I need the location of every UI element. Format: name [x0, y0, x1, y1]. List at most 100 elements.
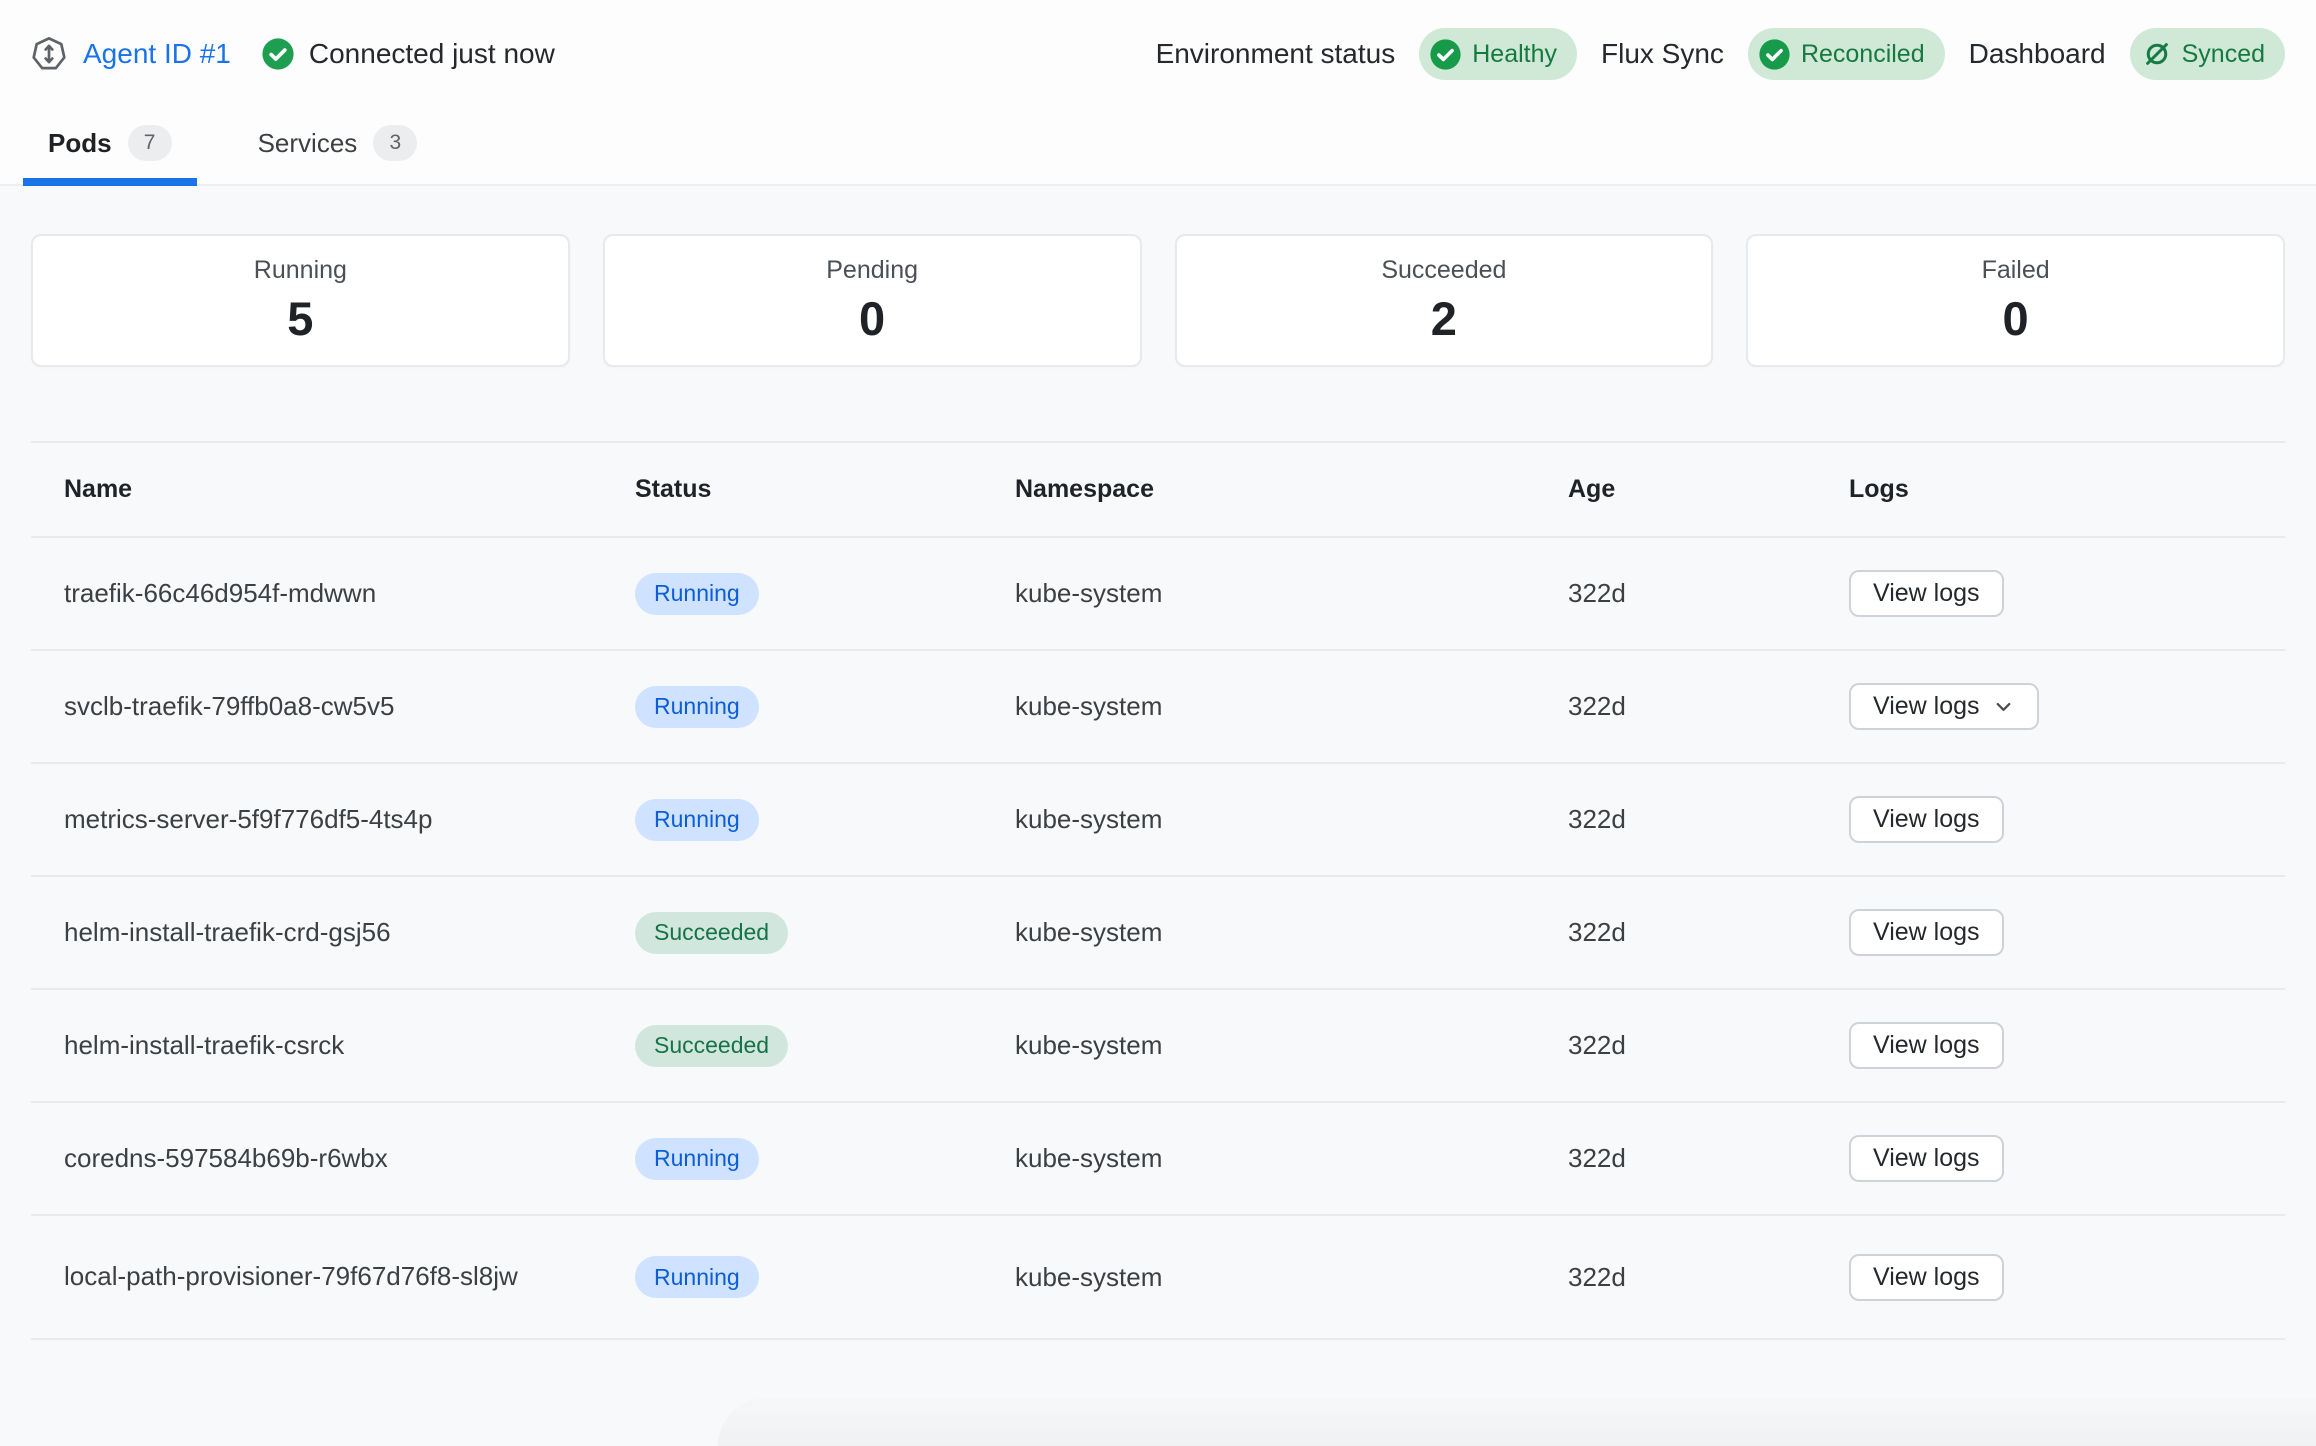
top-section: Agent ID #1 Connected just now Environme… [0, 0, 2316, 186]
view-logs-label: View logs [1873, 918, 1980, 947]
logs-cell: View logs [1849, 796, 2285, 843]
column-header-status: Status [635, 475, 1015, 504]
connection-status: Connected just now [261, 37, 555, 71]
footer-panel-edge [718, 1398, 2316, 1446]
stat-label: Pending [826, 256, 918, 285]
tab-label: Pods [48, 128, 112, 159]
tab[interactable]: Pods 7 [23, 108, 197, 186]
check-circle-icon [261, 37, 295, 71]
pod-name-text: helm-install-traefik-crd-gsj56 [64, 915, 391, 950]
view-logs-label: View logs [1873, 1031, 1980, 1060]
env-status-label: Environment status [1156, 38, 1396, 70]
status-badge: Running [635, 799, 759, 841]
namespace-cell: kube-system [1015, 1030, 1568, 1061]
flux-sync-badge: Reconciled [1748, 28, 1945, 80]
namespace-cell: kube-system [1015, 917, 1568, 948]
logs-cell: View logs [1849, 909, 2285, 956]
connection-status-text: Connected just now [309, 38, 555, 70]
status-badge: Running [635, 1138, 759, 1180]
age-cell: 322d [1568, 691, 1849, 722]
dashboard-label: Dashboard [1969, 38, 2106, 70]
main-content: Running 5 Pending 0 Succeeded 2 Failed 0… [0, 186, 2316, 1340]
status-badge: Succeeded [635, 912, 788, 954]
view-logs-button[interactable]: View logs [1849, 796, 2004, 843]
view-logs-button[interactable]: View logs [1849, 683, 2039, 730]
namespace-cell: kube-system [1015, 804, 1568, 835]
stat-label: Succeeded [1381, 256, 1506, 285]
age-cell: 322d [1568, 1030, 1849, 1061]
stats-grid: Running 5 Pending 0 Succeeded 2 Failed 0 [31, 234, 2285, 367]
namespace-cell: kube-system [1015, 691, 1568, 722]
stat-label: Failed [1982, 256, 2050, 285]
table-row: svclb-traefik-79ffb0a8-cw5v5 Running kub… [31, 651, 2285, 764]
status-cell: Running [635, 1256, 1015, 1298]
view-logs-label: View logs [1873, 1263, 1980, 1292]
age-cell: 322d [1568, 804, 1849, 835]
dashboard-badge: Synced [2130, 28, 2285, 80]
flux-sync-value: Reconciled [1801, 40, 1925, 69]
flux-sync-label: Flux Sync [1601, 38, 1724, 70]
pod-name-text: helm-install-traefik-csrck [64, 1028, 344, 1063]
pod-name-cell: helm-install-traefik-crd-gsj56 [64, 915, 635, 950]
pod-name-cell: coredns-597584b69b-r6wbx [64, 1141, 635, 1176]
tabs: Pods 7 Services 3 [0, 108, 2316, 186]
tab-count-badge: 3 [373, 125, 417, 161]
table-row: local-path-provisioner-79f67d76f8-sl8jw … [31, 1216, 2285, 1340]
dashboard-value: Synced [2182, 40, 2265, 69]
column-header-namespace: Namespace [1015, 475, 1568, 504]
pod-name-cell: metrics-server-5f9f776df5-4ts4p [64, 802, 635, 837]
stat-card: Failed 0 [1746, 234, 2285, 367]
age-cell: 322d [1568, 578, 1849, 609]
pod-name-cell: svclb-traefik-79ffb0a8-cw5v5 [64, 689, 635, 724]
env-status-value: Healthy [1472, 40, 1557, 69]
agent-id-link[interactable]: Agent ID #1 [83, 38, 231, 70]
environment-status-group: Environment status Healthy Flux Sync [1156, 28, 2285, 80]
agent-icon [31, 36, 67, 72]
view-logs-button[interactable]: View logs [1849, 1135, 2004, 1182]
pod-name-text: metrics-server-5f9f776df5-4ts4p [64, 802, 432, 837]
logs-cell: View logs [1849, 1254, 2285, 1301]
view-logs-button[interactable]: View logs [1849, 909, 2004, 956]
topbar: Agent ID #1 Connected just now Environme… [0, 0, 2316, 108]
view-logs-button[interactable]: View logs [1849, 1022, 2004, 1069]
pod-name-cell: traefik-66c46d954f-mdwwn [64, 576, 635, 611]
stat-value: 0 [859, 291, 885, 346]
status-cell: Running [635, 573, 1015, 615]
age-cell: 322d [1568, 1262, 1849, 1293]
table-header-row: Name Status Namespace Age Logs [31, 443, 2285, 538]
status-cell: Running [635, 686, 1015, 728]
column-header-name: Name [64, 475, 635, 504]
pod-name-cell: helm-install-traefik-csrck [64, 1028, 635, 1063]
table-row: traefik-66c46d954f-mdwwn Running kube-sy… [31, 538, 2285, 651]
check-circle-icon [1429, 38, 1462, 71]
table-body: traefik-66c46d954f-mdwwn Running kube-sy… [31, 538, 2285, 1340]
sync-icon [2142, 39, 2172, 69]
namespace-cell: kube-system [1015, 1262, 1568, 1293]
agent-status-group: Agent ID #1 Connected just now [31, 36, 555, 72]
logs-cell: View logs [1849, 1022, 2285, 1069]
column-header-age: Age [1568, 475, 1849, 504]
stat-value: 5 [287, 291, 313, 346]
status-badge: Running [635, 1256, 759, 1298]
pod-name-text: traefik-66c46d954f-mdwwn [64, 576, 376, 611]
pod-name-text: svclb-traefik-79ffb0a8-cw5v5 [64, 689, 394, 724]
column-header-logs: Logs [1849, 475, 2285, 504]
view-logs-label: View logs [1873, 805, 1980, 834]
env-status-badge: Healthy [1419, 28, 1577, 80]
status-cell: Succeeded [635, 912, 1015, 954]
namespace-cell: kube-system [1015, 578, 1568, 609]
view-logs-button[interactable]: View logs [1849, 570, 2004, 617]
logs-cell: View logs [1849, 570, 2285, 617]
tab[interactable]: Services 3 [233, 108, 443, 186]
view-logs-button[interactable]: View logs [1849, 1254, 2004, 1301]
status-badge: Running [635, 573, 759, 615]
tab-label: Services [258, 128, 358, 159]
table-row: helm-install-traefik-crd-gsj56 Succeeded… [31, 877, 2285, 990]
stat-card: Pending 0 [603, 234, 1142, 367]
stat-value: 2 [1431, 291, 1457, 346]
tab-count-badge: 7 [128, 125, 172, 161]
check-circle-icon [1758, 38, 1791, 71]
pod-name-text: coredns-597584b69b-r6wbx [64, 1141, 388, 1176]
pods-table: Name Status Namespace Age Logs traefik-6… [31, 441, 2285, 1340]
view-logs-label: View logs [1873, 692, 1980, 721]
